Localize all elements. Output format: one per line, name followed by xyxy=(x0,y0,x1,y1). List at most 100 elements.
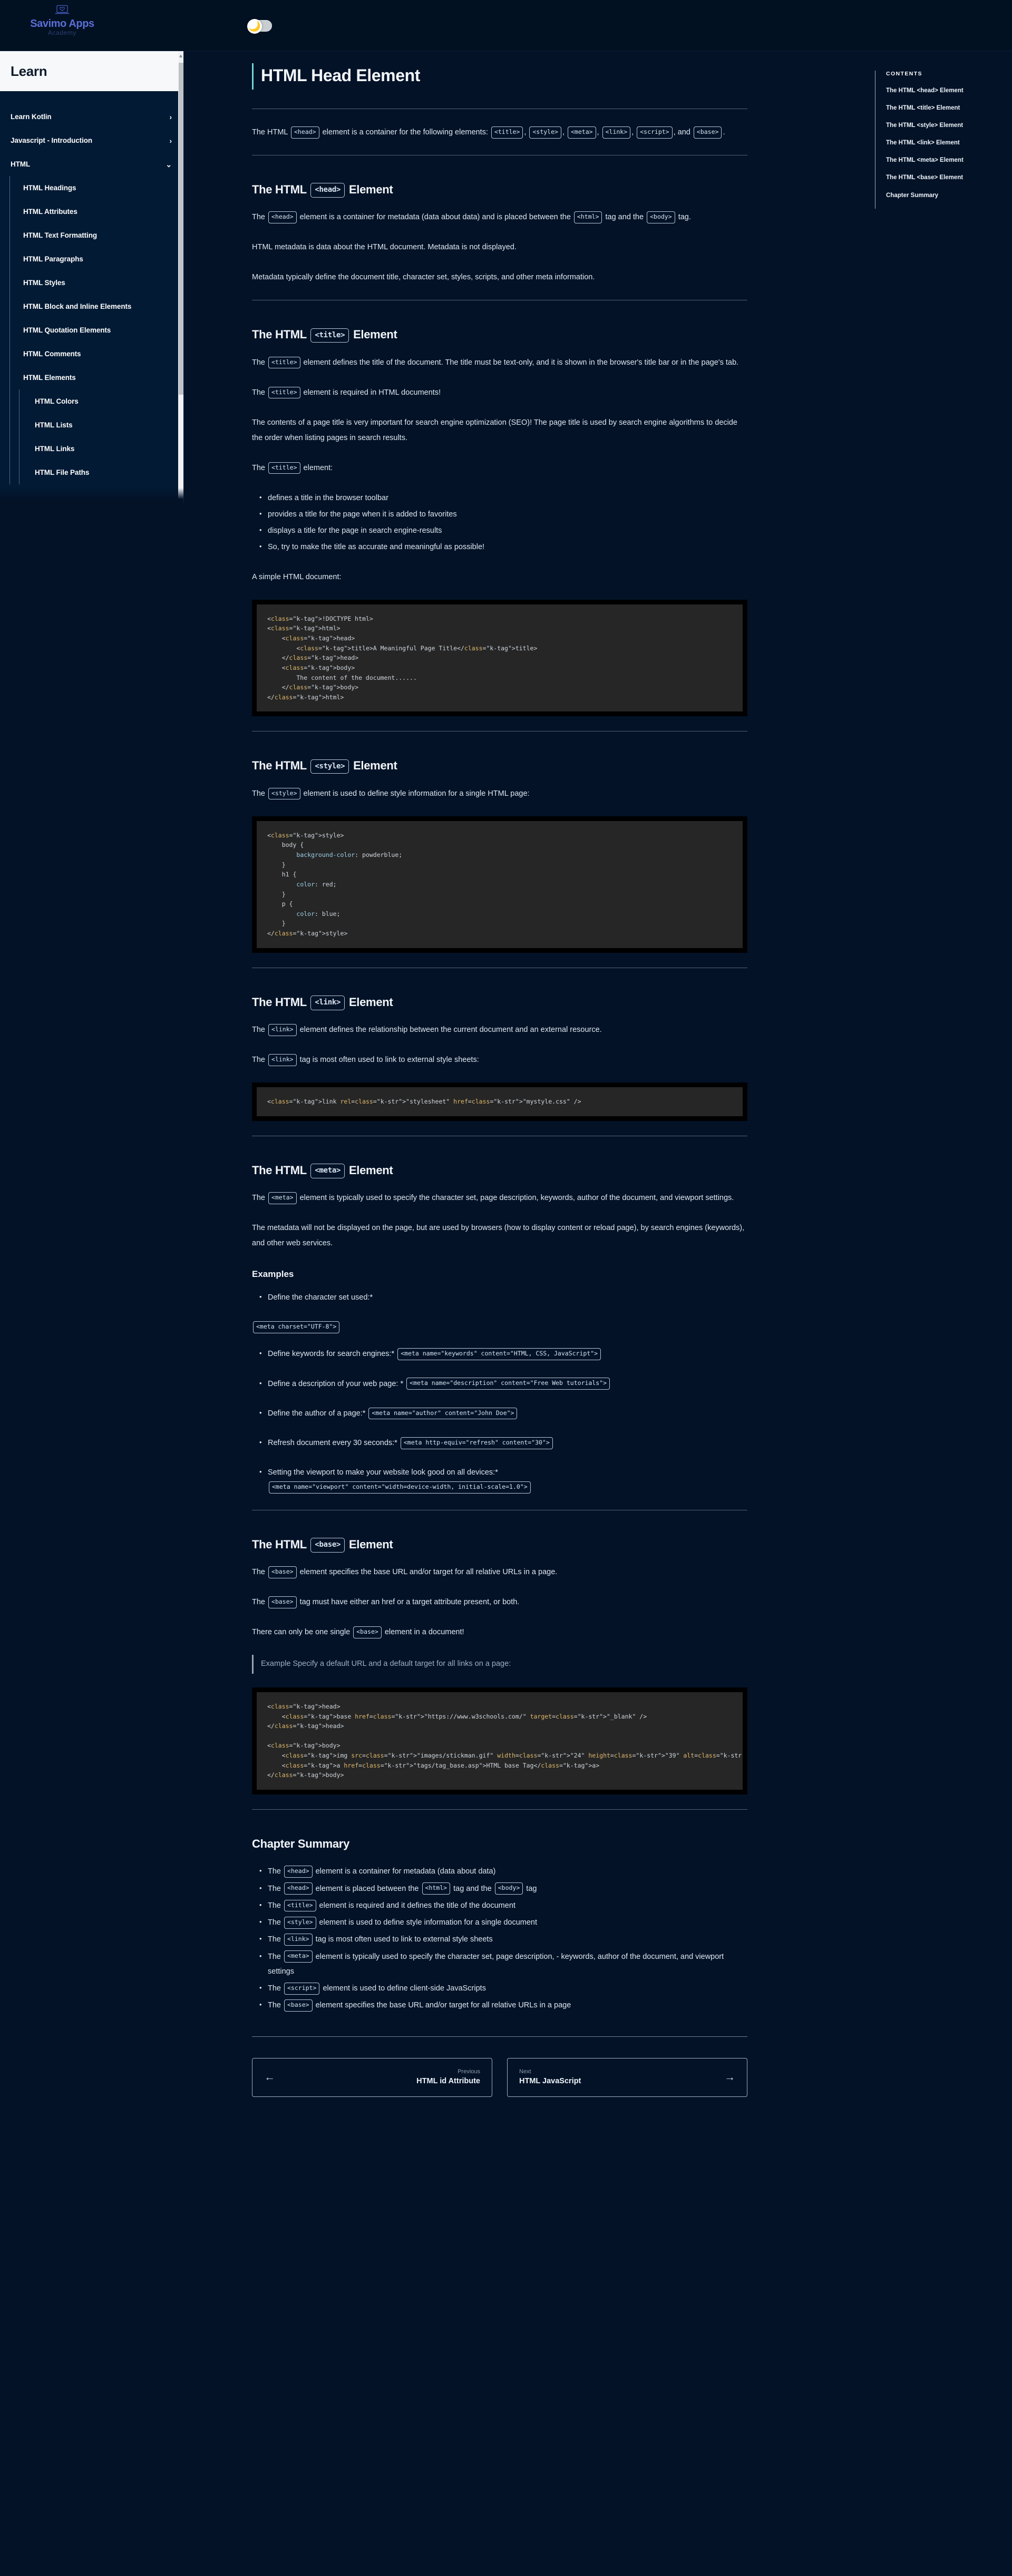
text: Element xyxy=(348,1537,393,1551)
sidebar-item-html-comments[interactable]: HTML Comments xyxy=(0,342,183,366)
code-block-link: <class="k-tag">link rel=class="k-str">"s… xyxy=(252,1082,747,1121)
sidebar-item-html-attributes[interactable]: HTML Attributes xyxy=(0,200,183,223)
title-paragraph-1: The <title> element defines the title of… xyxy=(252,355,747,370)
scrollbar-thumb[interactable] xyxy=(179,63,183,395)
code-content: <class="k-tag">style> body { background-… xyxy=(257,821,743,948)
sidebar-item-html[interactable]: HTML ⌄ xyxy=(0,152,183,176)
sidebar-item-html-links[interactable]: HTML Links xyxy=(0,437,183,461)
meta-paragraph-1: The <meta> element is typically used to … xyxy=(252,1191,747,1206)
sidebar-item-label: HTML Colors xyxy=(35,397,79,405)
section-heading-meta: The HTML <meta> Element xyxy=(252,1160,747,1180)
text: The HTML xyxy=(252,328,307,341)
sidebar-item-label: HTML Comments xyxy=(23,350,81,358)
list-item: displays a title for the page in search … xyxy=(259,523,747,539)
meta-paragraph-2: The metadata will not be displayed on th… xyxy=(252,1224,745,1248)
code-tag-head: <head> xyxy=(284,1882,313,1895)
text: The xyxy=(252,1568,265,1577)
text: Element xyxy=(348,995,393,1009)
next-page-button[interactable]: Next HTML JavaScript → xyxy=(507,2057,747,2097)
text: The HTML xyxy=(252,995,307,1009)
previous-page-button[interactable]: ← Previous HTML id Attribute xyxy=(252,2057,492,2097)
section-heading-title: The HTML <title> Element xyxy=(252,325,747,344)
scroll-up-arrow-icon[interactable] xyxy=(179,54,182,57)
code-tag-meta: <meta> xyxy=(310,1163,345,1178)
sidebar-item-learn-kotlin[interactable]: Learn Kotlin › xyxy=(0,105,183,129)
toc-item-chapter-summary[interactable]: Chapter Summary xyxy=(886,191,1007,200)
sidebar-item-html-block-and-inline-elements[interactable]: HTML Block and Inline Elements xyxy=(0,295,183,318)
list-item: Define the author of a page:* <meta name… xyxy=(259,1406,747,1421)
code-content: <class="k-tag">!DOCTYPE html> <class="k-… xyxy=(257,604,743,712)
code-tag-body: <body> xyxy=(494,1882,523,1895)
sidebar-scrollbar[interactable] xyxy=(178,51,183,503)
intro-paragraph: The HTML <head> element is a container f… xyxy=(252,125,747,140)
list-item: defines a title in the browser toolbar xyxy=(259,491,747,506)
code-tag-meta: <meta> xyxy=(568,126,596,139)
arrow-left-icon: ← xyxy=(264,2071,275,2084)
code-tag-meta-viewport: <meta name="viewport" content="width=dev… xyxy=(269,1481,531,1494)
title-paragraph-2: The <title> element is required in HTML … xyxy=(252,385,747,401)
divider xyxy=(252,1809,747,1810)
toc-item-title[interactable]: The HTML <title> Element xyxy=(886,104,1007,112)
sidebar-item-label: HTML Block and Inline Elements xyxy=(23,303,132,310)
text: . xyxy=(723,128,725,136)
list-item: Setting the viewport to make your websit… xyxy=(259,1465,747,1495)
text: The xyxy=(268,1884,281,1893)
sidebar-item-html-quotation-elements[interactable]: HTML Quotation Elements xyxy=(0,318,183,342)
head-paragraph-1: The <head> element is a container for me… xyxy=(252,210,747,225)
toc-item-base[interactable]: The HTML <base> Element xyxy=(886,173,1007,182)
example-label: Define a description of your web page: * xyxy=(268,1379,404,1388)
style-paragraph-1: The <style> element is used to define st… xyxy=(252,786,747,802)
sidebar-item-html-lists[interactable]: HTML Lists xyxy=(0,413,183,437)
list-item: The <meta> element is typically used to … xyxy=(259,1949,747,1979)
toc-item-meta[interactable]: The HTML <meta> Element xyxy=(886,156,1007,164)
text: The xyxy=(252,1026,265,1035)
sidebar-item-html-file-paths[interactable]: HTML File Paths xyxy=(0,461,183,484)
text: Element xyxy=(348,1163,393,1177)
sidebar-fade xyxy=(0,488,183,503)
meta-example-5: Refresh document every 30 seconds:* <met… xyxy=(252,1436,747,1450)
code-tag-head: <head> xyxy=(310,183,345,198)
sidebar-item-html-colors[interactable]: HTML Colors xyxy=(0,389,183,413)
title-paragraph-3: The contents of a page title is very imp… xyxy=(252,418,737,442)
pager-nav: ← Previous HTML id Attribute Next HTML J… xyxy=(252,2057,747,2097)
sidebar-item-label: HTML Styles xyxy=(23,279,65,287)
sidebar-item-html-headings[interactable]: HTML Headings xyxy=(0,176,183,200)
sidebar-item-html-text-formatting[interactable]: HTML Text Formatting xyxy=(0,223,183,247)
text: The HTML xyxy=(252,759,307,773)
text: The xyxy=(252,388,265,397)
sidebar-item-label: HTML Links xyxy=(35,445,75,453)
table-of-contents: CONTENTS The HTML <head> Element The HTM… xyxy=(875,71,1007,209)
sidebar-item-html-paragraphs[interactable]: HTML Paragraphs xyxy=(0,247,183,271)
code-tag-base: <base> xyxy=(284,1999,313,2012)
sidebar-item-label: HTML Attributes xyxy=(23,208,77,216)
sidebar-item-label: HTML Paragraphs xyxy=(23,255,83,263)
code-tag-style: <style> xyxy=(310,759,349,774)
toc-item-head[interactable]: The HTML <head> Element xyxy=(886,86,1007,95)
text: Element xyxy=(353,328,397,341)
toc-item-style[interactable]: The HTML <style> Element xyxy=(886,121,1007,130)
meta-example-3: Define a description of your web page: *… xyxy=(252,1377,747,1391)
code-tag-style: <style> xyxy=(529,126,561,139)
meta-example-4: Define the author of a page:* <meta name… xyxy=(252,1406,747,1421)
text: tag and the xyxy=(453,1884,492,1893)
code-tag-body: <body> xyxy=(647,211,675,223)
brand-logo[interactable]: Savimo Apps Academy xyxy=(12,5,112,36)
theme-toggle[interactable]: 🌙 xyxy=(247,19,272,34)
sidebar-item-html-styles[interactable]: HTML Styles xyxy=(0,271,183,295)
example-label: Setting the viewport to make your websit… xyxy=(268,1468,498,1477)
sidebar-item-javascript-introduction[interactable]: Javascript - Introduction › xyxy=(0,129,183,152)
meta-example-6: Setting the viewport to make your websit… xyxy=(252,1465,747,1495)
code-tag-head: <head> xyxy=(268,211,297,223)
code-tag-html: <html> xyxy=(573,211,602,223)
text: tag is most often used to link to extern… xyxy=(315,1935,493,1944)
text: element is a container for the following… xyxy=(322,128,488,136)
toc-item-link[interactable]: The HTML <link> Element xyxy=(886,139,1007,147)
text: element is placed between the xyxy=(315,1884,419,1893)
toc-heading: CONTENTS xyxy=(886,71,922,77)
meta-examples-list: Define the character set used:* xyxy=(252,1290,747,1305)
top-bar: Savimo Apps Academy 🌙 xyxy=(0,0,1012,51)
footer-divider xyxy=(252,2036,747,2037)
sidebar-header: Learn xyxy=(0,51,183,91)
text: The xyxy=(268,1952,281,1961)
sidebar-item-html-elements[interactable]: HTML Elements xyxy=(0,366,183,389)
